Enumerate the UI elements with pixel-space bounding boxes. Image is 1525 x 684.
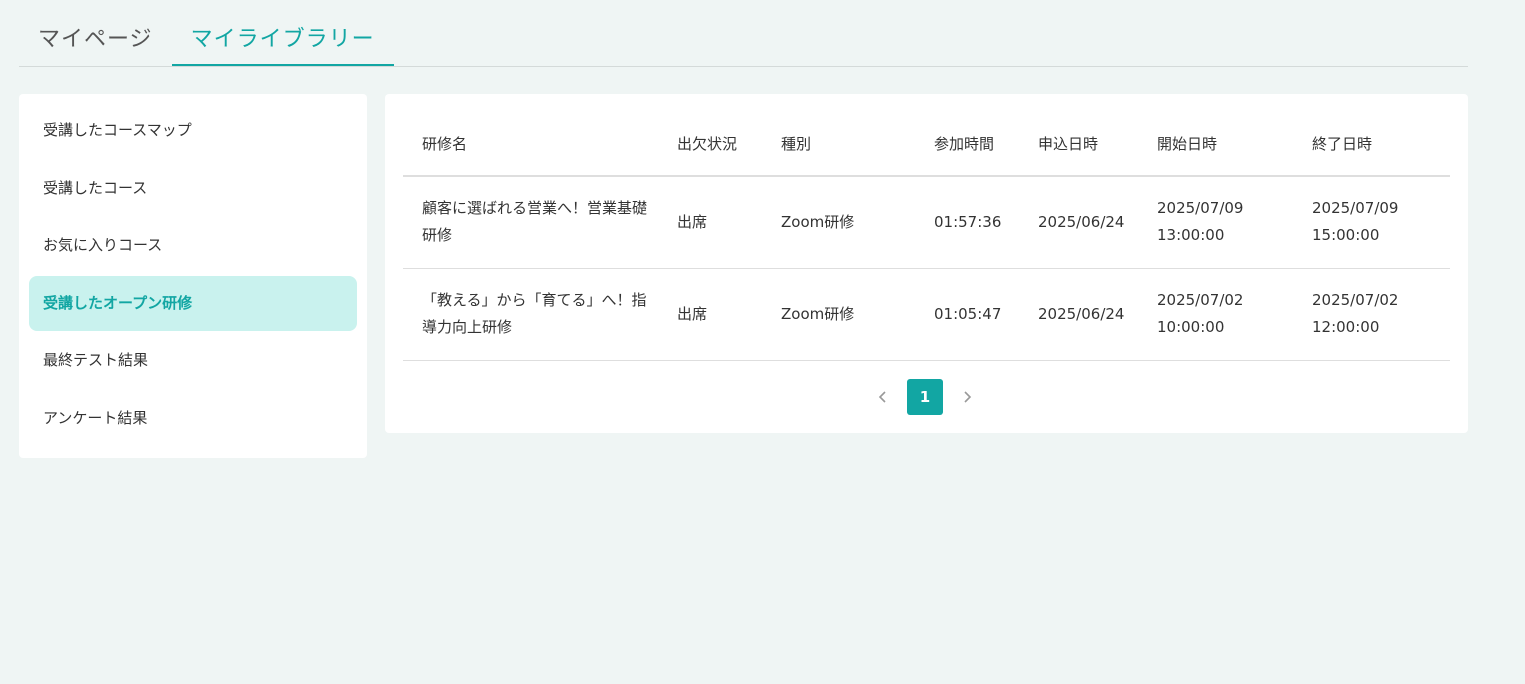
start-date: 2025/07/02 [1157, 291, 1244, 309]
cell-type: Zoom研修 [781, 212, 855, 231]
header-training-name: 研修名 [422, 135, 468, 153]
pagination-prev-button[interactable] [865, 379, 901, 415]
start-time: 13:00:00 [1157, 226, 1225, 245]
header-type: 種別 [781, 135, 812, 153]
cell-start-datetime: 2025/07/02 10:00:00 [1138, 268, 1293, 360]
page: マイページ マイライブラリー 受講したコースマップ 受講したコース お気に入りコ… [0, 0, 1525, 684]
cell-start-datetime: 2025/07/09 13:00:00 [1138, 176, 1293, 268]
chevron-right-icon [962, 388, 972, 407]
sidebar-item-favorite-courses[interactable]: お気に入りコース [29, 218, 357, 273]
cell-duration: 01:05:47 [934, 304, 1002, 323]
end-time: 12:00:00 [1312, 318, 1380, 336]
training-list-panel: 研修名 出欠状況 種別 参加時間 申込日時 開始日時 終了日時 顧客に選ばれる営… [385, 94, 1468, 433]
start-time: 10:00:00 [1157, 318, 1225, 336]
cell-end-datetime: 2025/07/02 12:00:00 [1293, 268, 1450, 360]
cell-duration: 01:57:36 [934, 212, 1002, 231]
cell-training-name: 顧客に選ばれる営業へ！営業基礎研修 [422, 199, 648, 245]
end-date: 2025/07/09 [1312, 199, 1399, 218]
table-header-row: 研修名 出欠状況 種別 参加時間 申込日時 開始日時 終了日時 [403, 112, 1450, 176]
header-attendance: 出欠状況 [677, 135, 738, 153]
sidebar: 受講したコースマップ 受講したコース お気に入りコース 受講したオープン研修 最… [19, 94, 367, 458]
end-time: 15:00:00 [1312, 226, 1380, 245]
cell-type: Zoom研修 [781, 304, 855, 323]
pagination: 1 [865, 379, 985, 415]
table-row[interactable]: 顧客に選ばれる営業へ！営業基礎研修 出席 Zoom研修 01:57:36 202… [403, 176, 1450, 268]
sidebar-item-open-trainings[interactable]: 受講したオープン研修 [29, 275, 357, 331]
cell-applied-date: 2025/06/24 [1038, 212, 1125, 231]
header-duration: 参加時間 [934, 135, 995, 153]
table-row[interactable]: 「教える」から「育てる」へ！指導力向上研修 出席 Zoom研修 01:05:47… [403, 268, 1450, 360]
tab-mylibrary[interactable]: マイライブラリー [171, 14, 394, 66]
cell-end-datetime: 2025/07/09 15:00:00 [1293, 176, 1450, 268]
chevron-left-icon [878, 388, 888, 407]
sidebar-item-final-test-results[interactable]: 最終テスト結果 [29, 333, 357, 388]
top-tab-bar: マイページ マイライブラリー [19, 14, 1468, 67]
cell-attendance: 出席 [677, 212, 708, 231]
tab-mypage[interactable]: マイページ [19, 14, 172, 66]
header-applied-date: 申込日時 [1038, 135, 1099, 153]
header-start-date: 開始日時 [1157, 135, 1218, 153]
cell-training-name: 「教える」から「育てる」へ！指導力向上研修 [422, 291, 647, 336]
end-date: 2025/07/02 [1312, 291, 1399, 309]
sidebar-item-course-map[interactable]: 受講したコースマップ [29, 103, 357, 158]
pagination-next-button[interactable] [949, 379, 985, 415]
header-end-date: 終了日時 [1312, 135, 1373, 153]
training-table: 研修名 出欠状況 種別 参加時間 申込日時 開始日時 終了日時 顧客に選ばれる営… [403, 112, 1450, 361]
pagination-page-button[interactable]: 1 [907, 379, 943, 415]
start-date: 2025/07/09 [1157, 199, 1244, 218]
sidebar-item-survey-results[interactable]: アンケート結果 [29, 391, 357, 446]
cell-applied-date: 2025/06/24 [1038, 304, 1125, 323]
cell-attendance: 出席 [677, 304, 708, 323]
sidebar-item-taken-courses[interactable]: 受講したコース [29, 161, 357, 216]
